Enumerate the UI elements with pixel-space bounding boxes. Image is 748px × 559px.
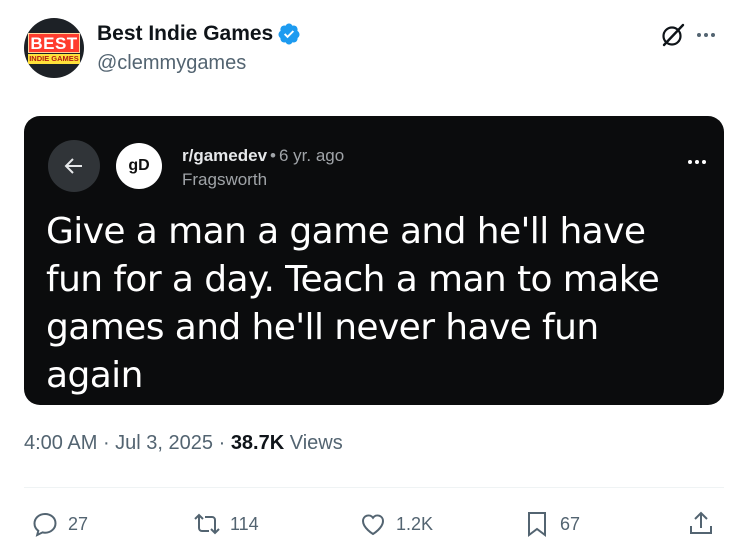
bookmark-count: 67 [560,513,581,534]
reply-button[interactable]: 27 [30,506,88,542]
tweet-meta: 4:00 AM · Jul 3, 2025 · 38.7K Views [24,432,343,454]
display-name[interactable]: Best Indie Games [97,22,273,46]
grok-icon[interactable] [660,22,686,48]
views-count: 38.7K [230,432,285,454]
tweet-header: BEST INDIE GAMES Best Indie Games @clemm… [24,18,724,78]
subreddit-name: r/gamedev [182,146,268,165]
tweet-time[interactable]: 4:00 AM [24,432,97,454]
author-names: Best Indie Games @clemmygames [97,20,301,75]
repost-button[interactable]: 114 [192,506,259,542]
share-button[interactable] [686,506,716,542]
reply-icon [33,512,57,537]
bookmark-icon [528,512,546,537]
heart-icon [361,514,385,536]
divider [24,487,724,488]
avatar-logo-best: BEST [28,33,80,53]
post-more-icon [688,160,706,164]
reddit-post-meta: r/gamedev • 6 yr. ago Fragsworth [182,146,345,189]
verified-badge-icon [278,23,300,45]
subreddit-avatar: gD [116,143,162,189]
bookmark-button[interactable]: 67 [522,506,580,542]
tweet-date[interactable]: Jul 3, 2025 [115,432,213,454]
more-icon[interactable] [692,22,720,48]
back-arrow-icon [48,140,100,192]
share-icon [690,511,712,534]
views-label: Views [289,432,343,454]
post-age: 6 yr. ago [279,146,345,165]
tweet-media[interactable]: gD r/gamedev • 6 yr. ago Fragsworth Give a… [24,116,724,405]
like-button[interactable]: 1.2K [358,506,433,542]
like-count: 1.2K [396,513,434,534]
handle[interactable]: @clemmygames [97,52,301,75]
repost-count: 114 [230,513,259,534]
action-bar: 27 114 1.2K 67 [24,506,724,542]
avatar-logo-sub: INDIE GAMES [28,54,80,64]
reply-count: 27 [68,513,89,534]
post-author: Fragsworth [182,170,268,189]
avatar[interactable]: BEST INDIE GAMES [24,18,84,78]
post-quote-text: Give a man a game and he'll have fun for… [46,211,660,396]
repost-icon [194,513,220,535]
